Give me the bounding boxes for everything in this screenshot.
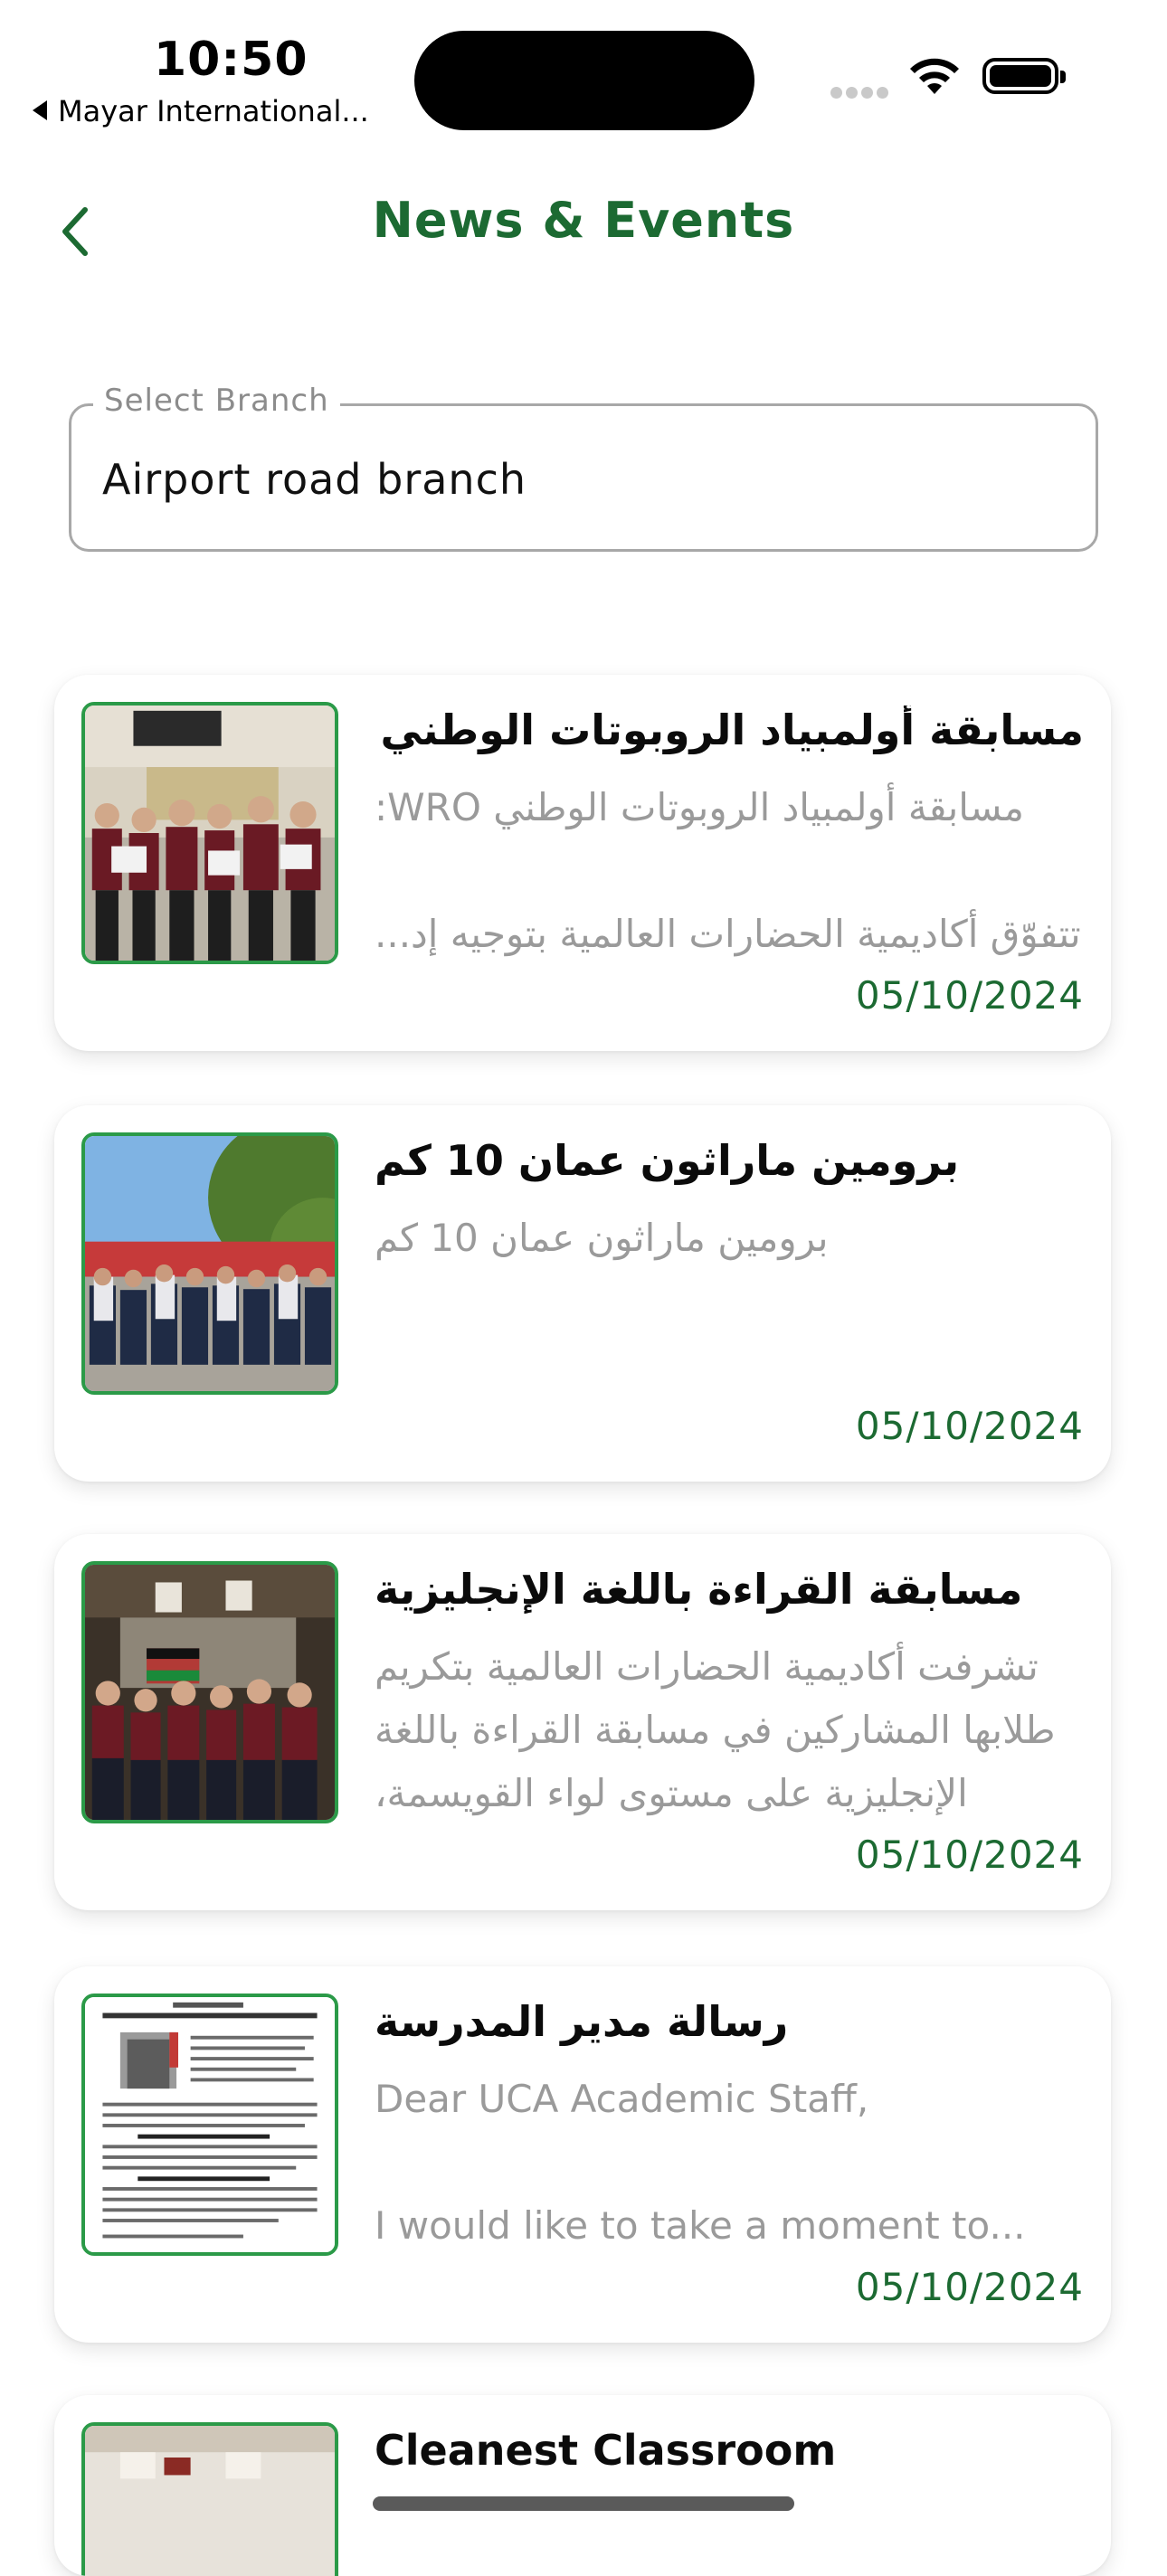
news-card[interactable]: مسابقة القراءة باللغة الإنجليزية تشرفت أ… xyxy=(54,1534,1111,1910)
news-card[interactable]: برومين ماراثون عمان 10 كم برومين ماراثون… xyxy=(54,1105,1111,1482)
status-back-link[interactable]: Mayar International... xyxy=(33,94,369,128)
news-description: مسابقة أولمبياد الروبوتات الوطني WRO: تت… xyxy=(375,785,1081,956)
news-title: مسابقة القراءة باللغة الإنجليزية xyxy=(375,1565,1023,1614)
news-thumbnail xyxy=(81,1994,338,2256)
news-title: رسالة مدير المدرسة xyxy=(375,1997,789,2046)
news-card[interactable]: مسابقة أولمبياد الروبوتات الوطني WRO مسا… xyxy=(54,675,1111,1051)
news-card[interactable]: Cleanest Classroom xyxy=(54,2395,1111,2576)
news-date: 05/10/2024 xyxy=(855,2265,1084,2309)
home-indicator[interactable] xyxy=(373,2496,794,2511)
news-description: تشرفت أكاديمية الحضارات العالمية بتكريم … xyxy=(375,1644,1056,1815)
page-title: News & Events xyxy=(372,192,795,249)
news-thumbnail xyxy=(81,702,338,964)
branch-select-value: Airport road branch xyxy=(102,455,527,504)
dynamic-island xyxy=(414,31,754,130)
news-title: مسابقة أولمبياد الروبوتات الوطني WRO xyxy=(375,706,1084,754)
wifi-icon xyxy=(910,58,959,94)
battery-icon xyxy=(982,58,1066,94)
news-thumbnail xyxy=(81,2422,338,2576)
news-title: برومين ماراثون عمان 10 كم xyxy=(375,1136,960,1185)
news-card[interactable]: رسالة مدير المدرسة Dear UCA Academic Sta… xyxy=(54,1966,1111,2343)
status-time: 10:50 xyxy=(154,33,308,87)
news-date: 05/10/2024 xyxy=(855,1833,1084,1877)
status-back-label: Mayar International... xyxy=(58,94,369,128)
news-date: 05/10/2024 xyxy=(855,973,1084,1018)
branch-select-label: Select Branch xyxy=(93,383,340,419)
news-thumbnail xyxy=(81,1561,338,1823)
back-triangle-icon xyxy=(33,100,47,120)
news-thumbnail xyxy=(81,1132,338,1395)
news-description: برومين ماراثون عمان 10 كم xyxy=(375,1216,829,1260)
news-date: 05/10/2024 xyxy=(855,1404,1084,1448)
branch-select[interactable]: Select Branch Airport road branch xyxy=(69,383,1098,552)
news-description: Dear UCA Academic Staff, I would like to… xyxy=(375,2077,1026,2248)
signal-icon xyxy=(830,85,892,99)
news-title: Cleanest Classroom xyxy=(375,2426,837,2475)
